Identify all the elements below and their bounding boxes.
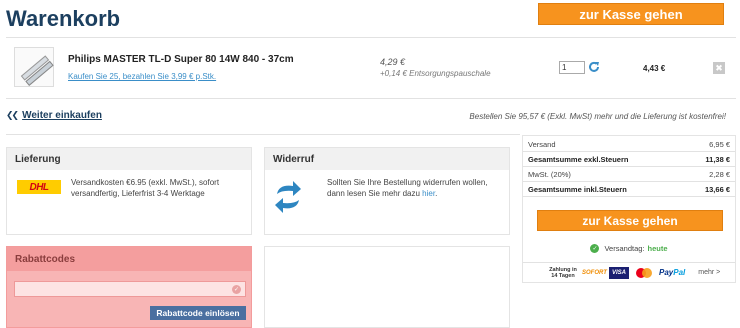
divider bbox=[523, 181, 735, 182]
more-payment-link[interactable]: mehr > bbox=[698, 269, 720, 276]
summary-value: 13,66 € bbox=[704, 185, 730, 194]
summary-row-subtotal: Gesamtsumme exkl.Steuern 11,38 € bbox=[528, 155, 730, 164]
summary-label: Versand bbox=[528, 140, 556, 149]
summary-row-shipping: Versand 6,95 € bbox=[528, 140, 730, 149]
paypal-logo: PayPal bbox=[659, 268, 685, 277]
summary-value: 6,95 € bbox=[709, 140, 730, 149]
empty-panel bbox=[264, 246, 510, 328]
delivery-panel: Lieferung DHL Versandkosten €6.95 (exkl.… bbox=[6, 147, 252, 235]
check-icon: ✓ bbox=[232, 285, 241, 294]
divider bbox=[6, 134, 520, 135]
continue-shopping-link[interactable]: ❮❮ Weiter einkaufen bbox=[6, 110, 102, 121]
product-name[interactable]: Philips MASTER TL-D Super 80 14W 840 - 3… bbox=[68, 54, 294, 65]
double-chevron-left-icon: ❮❮ bbox=[6, 110, 19, 120]
paypal-text: Pay bbox=[659, 268, 674, 277]
continue-shopping-label: Weiter einkaufen bbox=[22, 110, 102, 121]
paypal-text: Pal bbox=[673, 268, 686, 277]
mastercard-logo bbox=[634, 267, 654, 279]
remove-icon[interactable]: ✖ bbox=[713, 62, 725, 74]
summary-label: Gesamtsumme inkl.Steuern bbox=[528, 185, 627, 194]
divider bbox=[523, 151, 735, 152]
summary-label: Gesamtsumme exkl.Steuern bbox=[528, 155, 629, 164]
shipping-day: ✓ Versandtag: heute bbox=[523, 244, 735, 253]
dhl-logo-text: DHL bbox=[29, 181, 49, 193]
withdrawal-suffix: . bbox=[435, 189, 438, 198]
bulk-offer-link[interactable]: Kaufen Sie 25, bezahlen Sie 3,99 € p.Stk… bbox=[68, 72, 216, 81]
product-image[interactable] bbox=[14, 47, 54, 87]
disposal-fee: +0,14 € Entsorgungspauschale bbox=[380, 69, 491, 78]
withdrawal-title: Widerruf bbox=[265, 148, 509, 170]
withdrawal-text: Sollten Sie Ihre Bestellung widerrufen w… bbox=[327, 178, 488, 198]
delivery-info: Versandkosten €6.95 (exkl. MwSt.), sofor… bbox=[71, 178, 220, 198]
redeem-coupon-button[interactable]: Rabattcode einlösen bbox=[150, 306, 246, 320]
summary-value: 11,38 € bbox=[705, 155, 730, 164]
withdrawal-panel: Widerruf Sollten Sie Ihre Bestellung wid… bbox=[264, 147, 510, 235]
invoice-payment-logo: Zahlung in 14 Tagen bbox=[549, 266, 577, 279]
sofort-logo: SOFORT bbox=[582, 269, 607, 276]
summary-label: MwSt. (20%) bbox=[528, 170, 571, 179]
coupon-title: Rabattcodes bbox=[7, 247, 251, 271]
line-total: 4,43 € bbox=[643, 64, 666, 73]
check-circle-icon: ✓ bbox=[590, 244, 600, 253]
page-title: Warenkorb bbox=[6, 6, 121, 31]
unit-price: 4,29 € bbox=[380, 57, 406, 67]
divider bbox=[523, 196, 735, 197]
checkout-button-top[interactable]: zur Kasse gehen bbox=[538, 3, 724, 25]
delivery-title: Lieferung bbox=[7, 148, 251, 170]
divider bbox=[6, 98, 736, 99]
dhl-logo: DHL bbox=[17, 180, 61, 194]
checkout-button-bottom[interactable]: zur Kasse gehen bbox=[537, 210, 723, 231]
summary-row-total: Gesamtsumme inkl.Steuern 13,66 € bbox=[528, 185, 730, 194]
withdrawal-link[interactable]: hier bbox=[422, 189, 435, 198]
divider bbox=[6, 37, 736, 38]
divider bbox=[523, 166, 735, 167]
withdrawal-info: Sollten Sie Ihre Bestellung widerrufen w… bbox=[327, 177, 505, 199]
order-summary: Versand 6,95 € Gesamtsumme exkl.Steuern … bbox=[522, 135, 736, 283]
coupon-input[interactable]: ✓ bbox=[14, 281, 246, 297]
ship-day-value: heute bbox=[647, 244, 668, 253]
return-arrows-icon bbox=[275, 181, 301, 213]
free-shipping-note: Bestellen Sie 95,57 € (Exkl. MwSt) mehr … bbox=[469, 112, 726, 121]
ship-day-label: Versandtag: bbox=[604, 244, 645, 253]
coupon-panel: Rabattcodes ✓ Rabattcode einlösen bbox=[6, 246, 252, 328]
summary-row-vat: MwSt. (20%) 2,28 € bbox=[528, 170, 730, 179]
summary-value: 2,28 € bbox=[709, 170, 730, 179]
visa-logo: VISA bbox=[609, 266, 629, 279]
refresh-icon[interactable] bbox=[588, 61, 600, 73]
quantity-input[interactable]: 1 bbox=[559, 61, 585, 74]
payment-methods: Zahlung in 14 Tagen SOFORT VISA PayPal m… bbox=[523, 262, 735, 282]
